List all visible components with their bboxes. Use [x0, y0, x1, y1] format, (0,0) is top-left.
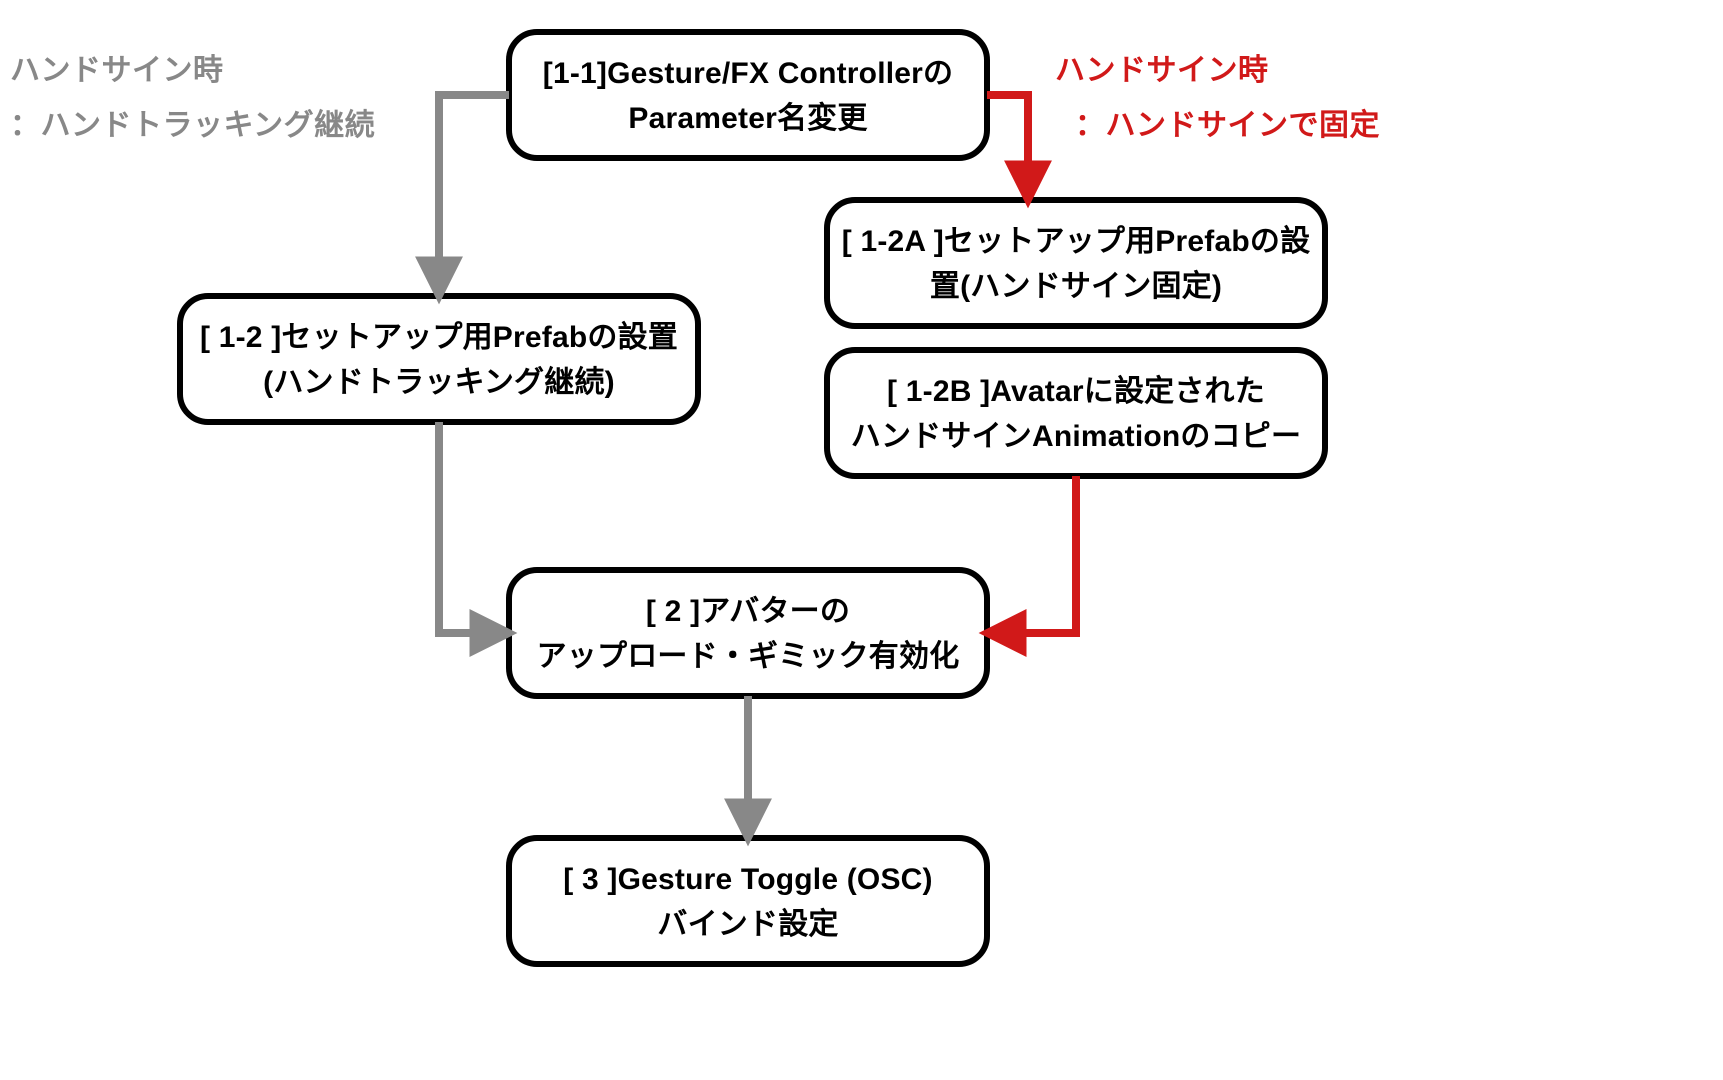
node-1-2-line2: (ハンドトラッキング継続): [263, 365, 615, 399]
node-2-line1: [ 2 ]アバターの: [646, 595, 850, 628]
left-path-label-line2: ：ハンドトラッキング継続: [10, 108, 375, 142]
node-1-1-line1: [1-1]Gesture/FX Controllerの: [543, 57, 953, 90]
node-3-line2: バインド設定: [657, 907, 838, 941]
left-path-label-line1: ハンドサイン時: [10, 54, 224, 87]
node-1-2a-line2: 置(ハンドサイン固定): [930, 269, 1222, 303]
node-1-2b: [ 1-2B ]Avatarに設定された ハンドサインAnimationのコピー: [827, 350, 1325, 476]
flowchart-canvas: ハンドサイン時 ：ハンドトラッキング継続 ハンドサイン時 ：ハンドサインで固定 …: [0, 0, 1723, 1080]
node-1-2b-line1: [ 1-2B ]Avatarに設定された: [887, 374, 1265, 408]
node-1-1: [1-1]Gesture/FX Controllerの Parameter名変更: [509, 32, 987, 158]
right-path-label-line2: ：ハンドサインで固定: [1075, 108, 1380, 142]
arrow-1-1-to-1-2a: [987, 95, 1028, 194]
arrow-1-2-to-2: [439, 422, 503, 633]
node-2-line2: アップロード・ギミック有効化: [537, 639, 960, 673]
node-3: [ 3 ]Gesture Toggle (OSC) バインド設定: [509, 838, 987, 964]
node-1-1-line2: Parameter名変更: [628, 101, 868, 135]
arrow-1-1-to-1-2: [439, 95, 509, 290]
right-path-label-line1: ハンドサイン時: [1055, 54, 1269, 87]
node-1-2: [ 1-2 ]セットアップ用Prefabの設置 (ハンドトラッキング継続): [180, 296, 698, 422]
node-2: [ 2 ]アバターの アップロード・ギミック有効化: [509, 570, 987, 696]
node-1-2-line1: [ 1-2 ]セットアップ用Prefabの設置: [200, 320, 678, 354]
node-1-2a-line1: [ 1-2A ]セットアップ用Prefabの設: [842, 224, 1311, 258]
arrow-1-2b-to-2: [993, 476, 1076, 633]
node-1-2b-line2: ハンドサインAnimationのコピー: [851, 420, 1301, 453]
node-1-2a: [ 1-2A ]セットアップ用Prefabの設 置(ハンドサイン固定): [827, 200, 1325, 326]
node-3-line1: [ 3 ]Gesture Toggle (OSC): [563, 863, 932, 896]
